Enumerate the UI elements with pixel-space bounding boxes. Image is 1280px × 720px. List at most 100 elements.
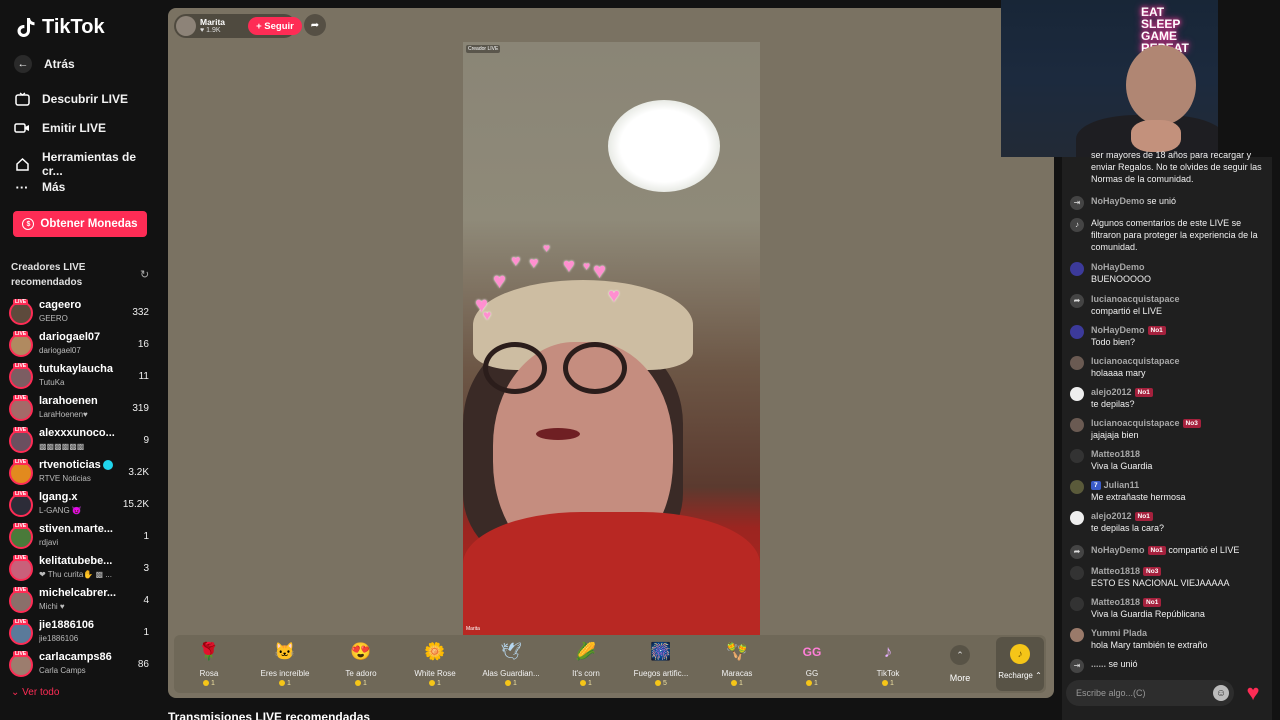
creator-item[interactable]: LIVE stiven.marte... rdjavi 1 (9, 523, 151, 553)
gift-item[interactable]: GG GG 1 (777, 639, 847, 687)
chat-username[interactable]: NoHayDemo (1091, 196, 1145, 206)
gift-price-value: 1 (890, 680, 894, 687)
gift-item[interactable]: 🕊 Alas Guardian... 1 (476, 639, 546, 687)
chat-message: ➦ NoHayDemo No1 compartió el LIVE (1070, 544, 1266, 559)
avatar[interactable] (1070, 511, 1084, 525)
avatar: LIVE (9, 459, 33, 485)
nav-more[interactable]: ··· Más (14, 179, 66, 195)
creator-sub: GEERO (39, 314, 68, 323)
chat-username[interactable]: Matteo1818 (1091, 597, 1140, 607)
arrow-left-icon: ← (14, 55, 32, 73)
avatar[interactable] (1070, 480, 1084, 494)
gift-item[interactable]: 🪇 Maracas 1 (702, 639, 772, 687)
chat-message: Yummi Plada hola Mary también te extraño (1070, 627, 1266, 651)
chat-username[interactable]: Julian11 (1104, 480, 1140, 490)
creator-name: cageero (39, 299, 82, 311)
tiktok-logo[interactable]: TikTok (16, 16, 105, 39)
sidebar: TikTok ← Atrás Descubrir LIVE Emitir LIV… (0, 0, 160, 720)
creator-item[interactable]: LIVE kelitatubebe... ❤ Thu curita✋ ▩ ...… (9, 555, 151, 585)
viewer-count: 4 (143, 595, 149, 606)
chat-message: ➦ lucianoacquistapace compartió el LIVE (1070, 293, 1266, 317)
camera-icon (14, 120, 30, 136)
emoji-icon[interactable]: ☺ (1213, 685, 1229, 701)
chat-username[interactable]: alejo2012 (1091, 511, 1132, 521)
avatar[interactable] (1070, 262, 1084, 276)
heart-effect: ♥ (493, 268, 507, 293)
avatar[interactable] (1070, 449, 1084, 463)
chat-username[interactable]: alejo2012 (1091, 387, 1132, 397)
chat-username[interactable]: lucianoacquistapace (1091, 293, 1266, 305)
creator-item[interactable]: LIVE rtvenoticias RTVE Noticias 3.2K (9, 459, 151, 489)
creator-item[interactable]: LIVE carlacamps86 Carla Camps 86 (9, 651, 151, 681)
back-button[interactable]: ← Atrás (14, 55, 75, 73)
chat-text: BUENOOOOO (1091, 274, 1152, 284)
creator-item[interactable]: LIVE dariogael07 dariogael07 16 (9, 331, 151, 361)
gift-price-value: 1 (814, 680, 818, 687)
more-gifts-button[interactable]: ⌃ More (944, 645, 976, 683)
avatar: LIVE (9, 427, 33, 453)
recharge-button[interactable]: ♪ Recharge ⌃ (996, 637, 1044, 691)
creator-item[interactable]: LIVE alexxxunoco... ▩▩▩▩▩▩ 9 (9, 427, 151, 457)
join-icon: ⇥ (1070, 659, 1084, 673)
see-all-label: Ver todo (22, 687, 60, 698)
gift-item[interactable]: 🌼 White Rose 1 (400, 639, 470, 687)
nav-discover-live[interactable]: Descubrir LIVE (14, 91, 128, 107)
avatar[interactable] (1070, 387, 1084, 401)
avatar[interactable] (1070, 418, 1084, 432)
get-coins-button[interactable]: $ Obtener Monedas (13, 211, 147, 237)
creator-name: alexxxunoco... (39, 427, 115, 439)
gift-item[interactable]: 🐱 Eres increíble 1 (250, 639, 320, 687)
nav-creator-tools[interactable]: Herramientas de cr... (14, 150, 160, 178)
avatar[interactable] (1070, 325, 1084, 339)
gift-item[interactable]: 🎆 Fuegos artific... 5 (626, 639, 696, 687)
gift-item[interactable]: 🌽 It's corn 1 (551, 639, 621, 687)
refresh-icon[interactable]: ↻ (140, 268, 149, 281)
viewer-count: 3.2K (128, 467, 149, 478)
chat-username[interactable]: Matteo1818 (1091, 448, 1266, 460)
heart-effect: ♥ (511, 253, 521, 270)
avatar[interactable] (1070, 356, 1084, 370)
chat-username[interactable]: NoHayDemo (1091, 545, 1145, 555)
creator-item[interactable]: LIVE larahoenen LaraHoenen♥ 319 (9, 395, 151, 425)
avatar[interactable] (1070, 597, 1084, 611)
gift-price-value: 1 (588, 680, 592, 687)
chat-username[interactable]: NoHayDemo (1091, 261, 1266, 273)
maracas-icon: 🪇 (726, 642, 748, 661)
chat-username[interactable]: lucianoacquistapace (1091, 418, 1180, 428)
creator-item[interactable]: LIVE cageero GEERO 332 (9, 299, 151, 329)
creator-name: jie1886106 (39, 619, 95, 631)
creator-item[interactable]: LIVE lgang.x L-GANG 😈 15.2K (9, 491, 151, 521)
chat-input[interactable] (1076, 686, 1206, 700)
viewer-count: 15.2K (122, 499, 149, 510)
creator-item[interactable]: LIVE tutukaylaucha TutuKa 11 (9, 363, 151, 393)
chat-message: Matteo1818 No1 Viva la Guardia Repúblicana (1070, 596, 1266, 620)
live-video[interactable]: ♥ ♥ ♥ ♥ ♥ ♥ ♥ ♥ ♥ ♥ Creador LIVE Marita (463, 42, 760, 635)
gift-price-value: 1 (437, 680, 441, 687)
host-info[interactable]: Marita ♥ 1.9K + Seguir (174, 14, 302, 38)
gift-name: Te adoro (345, 669, 377, 678)
chat-username[interactable]: Yummi Plada (1091, 627, 1266, 639)
avatar: LIVE (9, 619, 33, 645)
chat-text: se unió (1147, 196, 1177, 206)
follow-button[interactable]: + Seguir (248, 17, 302, 35)
chat-username[interactable]: lucianoacquistapace (1091, 355, 1266, 367)
creator-item[interactable]: LIVE jie1886106 jie1886106 1 (9, 619, 151, 649)
gift-price-value: 1 (739, 680, 743, 687)
see-all-link[interactable]: ⌄ Ver todo (11, 687, 59, 698)
nav-label: Emitir LIVE (42, 121, 107, 135)
chat-username[interactable]: ...... (1091, 659, 1106, 669)
chat-username[interactable]: Matteo1818 (1091, 566, 1140, 576)
avatar[interactable] (1070, 566, 1084, 580)
nav-go-live[interactable]: Emitir LIVE (14, 120, 106, 136)
gift-item[interactable]: ♪ TikTok 1 (853, 639, 923, 687)
home-icon (14, 156, 30, 172)
chat-username[interactable]: NoHayDemo (1091, 325, 1145, 335)
creator-item[interactable]: LIVE michelcabrer... Michi ♥ 4 (9, 587, 151, 617)
share-icon[interactable]: ➦ (304, 14, 326, 36)
gift-item[interactable]: 🌹 Rosa 1 (174, 639, 244, 687)
chat-text: compartió el LIVE (1168, 545, 1240, 555)
like-heart-icon[interactable]: ♥ (1240, 678, 1266, 708)
gg-icon: GG (802, 645, 822, 659)
avatar[interactable] (1070, 628, 1084, 642)
gift-item[interactable]: 😍 Te adoro 1 (326, 639, 396, 687)
